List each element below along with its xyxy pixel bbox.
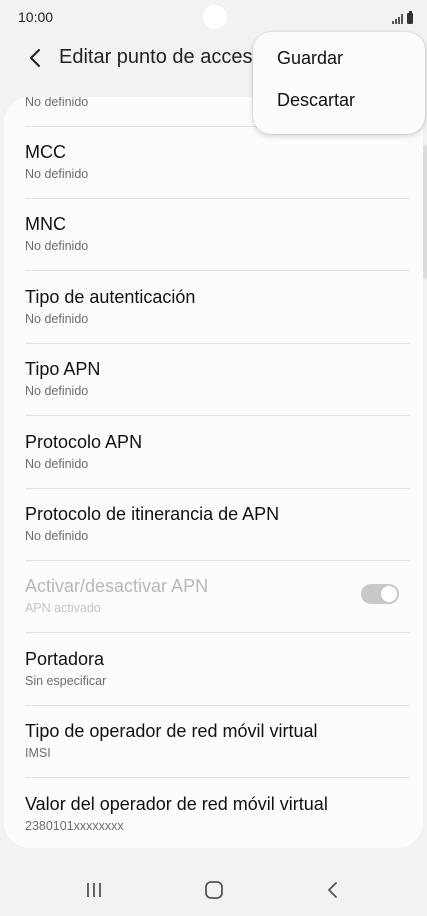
divider	[25, 343, 410, 344]
divider	[25, 270, 410, 271]
divider	[25, 705, 410, 706]
setting-item[interactable]: Activar/desactivar APN APN activado	[4, 576, 423, 648]
setting-item[interactable]: Protocolo APN No definido	[4, 432, 423, 504]
setting-title: MNC	[25, 214, 66, 234]
setting-subtitle: No definido	[25, 529, 89, 543]
setting-item[interactable]: Protocolo de itinerancia de APN No defini…	[4, 504, 423, 576]
menu-item-descartar[interactable]: Descartar	[253, 83, 425, 133]
home-icon[interactable]	[199, 878, 229, 902]
divider	[25, 632, 410, 633]
status-time: 10:00	[18, 9, 54, 25]
setting-title: Valor del operador de red móvil virtual	[25, 794, 328, 814]
setting-title: MCC	[25, 142, 66, 162]
setting-item[interactable]: Tipo de operador de red móvil virtual IMS…	[4, 721, 423, 793]
divider	[25, 198, 410, 199]
signal-icon	[392, 14, 403, 24]
back-arrow-icon[interactable]	[22, 44, 50, 72]
options-menu: Guardar Descartar	[253, 32, 425, 134]
setting-subtitle: APN activado	[25, 601, 101, 615]
scrollbar[interactable]	[423, 145, 427, 279]
setting-title: Activar/desactivar APN	[25, 576, 209, 596]
divider	[25, 415, 410, 416]
setting-subtitle: No definido	[25, 457, 89, 471]
recent-apps-icon[interactable]	[79, 878, 109, 902]
battery-icon	[407, 11, 413, 24]
setting-subtitle: IMSI	[25, 746, 51, 760]
divider	[25, 560, 410, 561]
setting-title: Tipo de operador de red móvil virtual	[25, 721, 318, 741]
setting-title: Tipo APN	[25, 359, 101, 379]
menu-label: Descartar	[277, 90, 356, 110]
navigation-bar	[0, 860, 427, 916]
setting-subtitle: No definido	[25, 384, 89, 398]
divider	[25, 488, 410, 489]
setting-subtitle: No definido	[25, 312, 89, 326]
setting-item[interactable]: Tipo APN No definido	[4, 359, 423, 431]
setting-subtitle: No definido	[25, 167, 89, 181]
setting-subtitle: 2380101xxxxxxxx	[25, 819, 124, 833]
divider	[25, 777, 410, 778]
setting-item[interactable]: Valor del operador de red móvil virtual 2…	[4, 794, 423, 848]
setting-item[interactable]: Portadora Sin especificar	[4, 649, 423, 721]
status-bar: 10:00	[0, 0, 427, 34]
setting-title: Protocolo APN	[25, 432, 143, 452]
setting-title: Tipo de autenticación	[25, 287, 196, 307]
setting-item[interactable]: MCC No definido	[4, 142, 423, 214]
page-title: Editar punto de acceso	[59, 46, 264, 68]
setting-title: Protocolo de itinerancia de APN	[25, 504, 280, 524]
setting-subtitle: No definido	[25, 239, 89, 253]
setting-subtitle: Sin especificar	[25, 674, 107, 688]
status-icons	[392, 10, 413, 24]
apn-toggle[interactable]	[361, 584, 399, 604]
nav-back-icon[interactable]	[318, 878, 348, 902]
camera-cutout	[203, 5, 227, 29]
settings-card: No definido MCC No definido MNC No definido…	[4, 97, 423, 848]
menu-label: Guardar	[277, 48, 344, 68]
toggle-knob	[380, 585, 398, 603]
setting-item[interactable]: Tipo de autenticación No definido	[4, 287, 423, 359]
partial-item-subtitle: No definido	[25, 97, 89, 109]
setting-title: Portadora	[25, 649, 105, 669]
setting-item[interactable]: MNC No definido	[4, 214, 423, 286]
